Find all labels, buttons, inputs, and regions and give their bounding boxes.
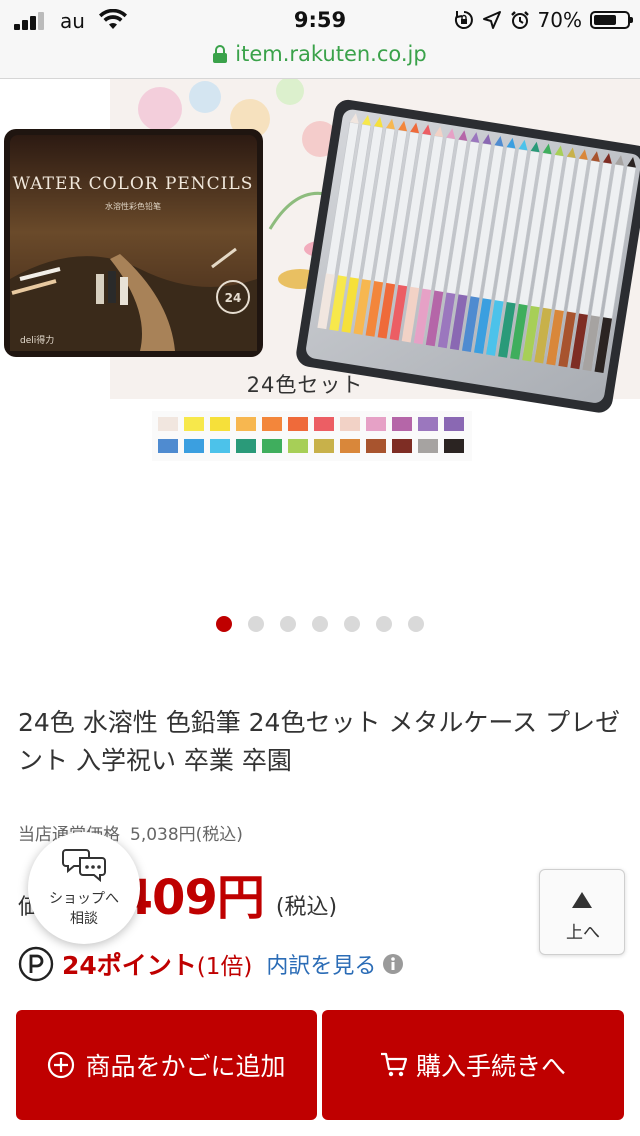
location-icon: [482, 11, 501, 29]
color-swatch: [288, 417, 308, 431]
color-swatch: [210, 439, 230, 453]
color-swatch: [184, 439, 204, 453]
status-icons: 70%: [454, 8, 633, 32]
url-display[interactable]: item.rakuten.co.jp: [0, 42, 640, 66]
tax-note: (税込): [275, 895, 338, 920]
gallery-dot[interactable]: [216, 616, 232, 632]
checkout-button[interactable]: 購入手続きへ: [322, 1010, 624, 1120]
scroll-to-top-label: 上へ: [566, 923, 600, 943]
status-bar: au 9:59 70%: [0, 0, 640, 40]
color-swatch: [418, 439, 438, 453]
color-swatch: [236, 439, 256, 453]
color-swatch: [184, 417, 204, 431]
color-swatch: [392, 439, 412, 453]
color-swatch: [366, 417, 386, 431]
cart-icon: [380, 1052, 408, 1077]
gallery-pagination[interactable]: [0, 616, 640, 632]
tin-badge: 24: [225, 291, 242, 305]
color-swatch: [444, 417, 464, 431]
color-swatch: [340, 439, 360, 453]
chat-bubbles-icon: [62, 849, 106, 882]
shop-chat-label-1: ショップへ: [49, 891, 119, 907]
tin-subtitle: 水溶性彩色铅笔: [105, 201, 161, 211]
info-icon[interactable]: [382, 953, 404, 975]
scroll-to-top-button[interactable]: 上へ: [539, 869, 625, 955]
product-title: 24色 水溶性 色鉛筆 24色セット メタルケース プレゼント 入学祝い 卒業 …: [18, 708, 621, 775]
points-row: 24ポイント (1倍) 内訳を見る: [18, 944, 404, 984]
shop-chat-button[interactable]: ショップへ 相談: [28, 832, 140, 944]
points-breakdown-link[interactable]: 内訳を見る: [266, 948, 376, 980]
add-to-cart-label: 商品をかごに追加: [85, 1052, 286, 1081]
url-text: item.rakuten.co.jp: [235, 42, 427, 66]
gallery-dot[interactable]: [408, 616, 424, 632]
color-swatch: [262, 417, 282, 431]
color-swatch: [314, 439, 334, 453]
checkout-label: 購入手続きへ: [415, 1052, 566, 1081]
color-swatch: [392, 417, 412, 431]
plus-circle-icon: [48, 1051, 75, 1079]
color-swatch: [262, 439, 282, 453]
color-swatch: [236, 417, 256, 431]
gallery-dot[interactable]: [312, 616, 328, 632]
color-swatch: [444, 439, 464, 453]
tin-title: WATER COLOR PENCILS: [13, 174, 254, 194]
gallery-dot[interactable]: [248, 616, 264, 632]
gallery-dot[interactable]: [376, 616, 392, 632]
shop-chat-label-2: 相談: [70, 911, 98, 927]
rotation-lock-icon: [454, 11, 473, 29]
battery-percent: 70%: [537, 8, 582, 32]
color-swatch: [366, 439, 386, 453]
gallery-dot[interactable]: [344, 616, 360, 632]
color-swatch: [288, 439, 308, 453]
alarm-icon: [510, 11, 529, 29]
regular-price-value: 5,038円(税込): [130, 825, 243, 845]
product-image: WATER COLOR PENCILS 水溶性彩色铅笔 24 deli得力 24…: [4, 79, 640, 461]
color-swatch: [158, 417, 178, 431]
add-to-cart-button[interactable]: 商品をかごに追加: [16, 1010, 317, 1120]
gallery-dot[interactable]: [280, 616, 296, 632]
brand-logo: deli得力: [20, 334, 54, 346]
color-swatch: [340, 417, 360, 431]
up-arrow-icon: [572, 892, 592, 908]
set-label: 24色セット: [247, 373, 364, 397]
color-swatch: [158, 439, 178, 453]
address-bar[interactable]: item.rakuten.co.jp: [0, 40, 640, 79]
lock-icon: [213, 45, 228, 63]
color-swatch: [418, 417, 438, 431]
points-multiplier: (1倍): [196, 954, 253, 980]
battery-icon: [590, 11, 633, 29]
product-image-gallery[interactable]: WATER COLOR PENCILS 水溶性彩色铅笔 24 deli得力 24…: [0, 79, 640, 589]
color-swatch: [314, 417, 334, 431]
points-value: 24ポイント: [62, 951, 197, 980]
points-icon: [18, 946, 54, 982]
color-swatch: [210, 417, 230, 431]
